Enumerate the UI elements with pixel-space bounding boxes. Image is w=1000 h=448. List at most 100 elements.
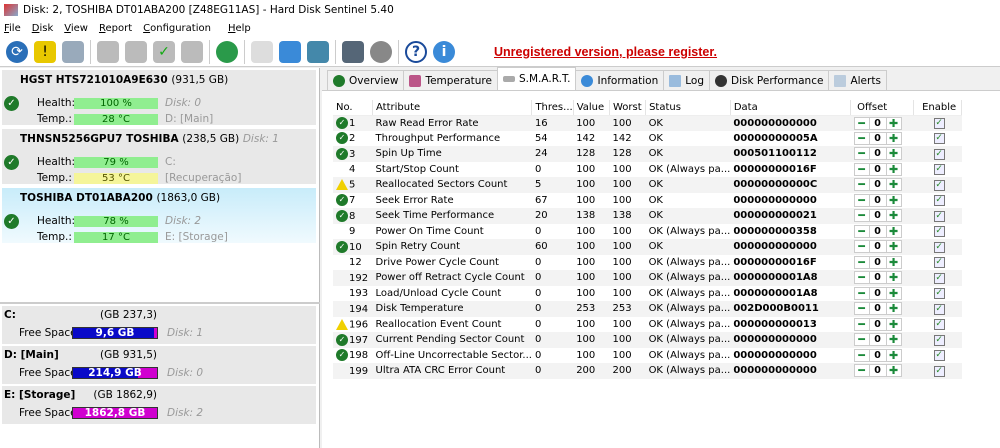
disk-card[interactable]: THNSN5256GPU7 TOSHIBA (238,5 GB) Disk: 1… bbox=[2, 129, 316, 186]
table-row[interactable]: 12 Drive Power Cycle Count 0 100 100 OK … bbox=[333, 255, 962, 271]
table-row[interactable]: ✓ 198 Off-Line Uncorrectable Sector... 0 … bbox=[333, 348, 962, 364]
minus-icon[interactable]: ━ bbox=[855, 334, 869, 346]
minus-icon[interactable]: ━ bbox=[855, 132, 869, 144]
minus-icon[interactable]: ━ bbox=[855, 287, 869, 299]
plus-icon[interactable]: ✚ bbox=[887, 349, 901, 361]
minus-icon[interactable]: ━ bbox=[855, 365, 869, 377]
settings-icon[interactable] bbox=[342, 40, 364, 63]
tab-log[interactable]: Log bbox=[663, 70, 711, 90]
disk-card[interactable]: HGST HTS721010A9E630 (931,5 GB) ✓ Health… bbox=[2, 70, 316, 127]
plus-icon[interactable]: ✚ bbox=[887, 117, 901, 129]
col-enable[interactable]: Enable bbox=[913, 100, 962, 116]
menu-configuration[interactable]: Configuration bbox=[143, 23, 211, 34]
report-icon[interactable] bbox=[251, 40, 273, 63]
minus-icon[interactable]: ━ bbox=[855, 117, 869, 129]
table-row[interactable]: 193 Load/Unload Cycle Count 0 100 100 OK… bbox=[333, 286, 962, 302]
col-value[interactable]: Value bbox=[573, 100, 610, 116]
globe-icon[interactable] bbox=[216, 40, 238, 63]
minus-icon[interactable]: ━ bbox=[855, 210, 869, 222]
sync-icon[interactable] bbox=[279, 40, 301, 63]
disk-info-icon[interactable] bbox=[62, 40, 84, 63]
col-data[interactable]: Data bbox=[730, 100, 852, 116]
tab-smart[interactable]: S.M.A.R.T. bbox=[496, 67, 577, 90]
refresh-icon[interactable]: ⟳ bbox=[6, 40, 28, 63]
table-row[interactable]: ✓ 8 Seek Time Performance 20 138 138 OK 0… bbox=[333, 208, 962, 224]
minus-icon[interactable]: ━ bbox=[855, 241, 869, 253]
enable-checkbox[interactable]: ✓ bbox=[933, 319, 945, 331]
minus-icon[interactable]: ━ bbox=[855, 318, 869, 330]
table-row[interactable]: 4 Start/Stop Count 0 100 100 OK (Always … bbox=[333, 162, 962, 178]
table-row[interactable]: ✓ 3 Spin Up Time 24 128 128 OK 0005011001… bbox=[333, 146, 962, 162]
minus-icon[interactable]: ━ bbox=[855, 272, 869, 284]
enable-checkbox[interactable]: ✓ bbox=[933, 195, 945, 207]
col-offset[interactable]: Offset bbox=[850, 100, 915, 116]
table-row[interactable]: 9 Power On Time Count 0 100 100 OK (Alwa… bbox=[333, 224, 962, 240]
sound-icon[interactable] bbox=[370, 40, 392, 63]
enable-checkbox[interactable]: ✓ bbox=[933, 148, 945, 160]
minus-icon[interactable]: ━ bbox=[855, 163, 869, 175]
table-row[interactable]: 196 Reallocation Event Count 0 100 100 O… bbox=[333, 317, 962, 333]
enable-checkbox[interactable]: ✓ bbox=[933, 164, 945, 176]
minus-icon[interactable]: ━ bbox=[855, 148, 869, 160]
col-worst[interactable]: Worst bbox=[609, 100, 647, 116]
table-row[interactable]: 199 Ultra ATA CRC Error Count 0 200 200 … bbox=[333, 363, 962, 379]
enable-checkbox[interactable]: ✓ bbox=[933, 365, 945, 377]
enable-checkbox[interactable]: ✓ bbox=[933, 303, 945, 315]
table-row[interactable]: ✓ 10 Spin Retry Count 60 100 100 OK 00000… bbox=[333, 239, 962, 255]
disk-search-icon[interactable] bbox=[181, 40, 203, 63]
tab-information[interactable]: Information bbox=[575, 70, 665, 90]
plus-icon[interactable]: ✚ bbox=[887, 148, 901, 160]
plus-icon[interactable]: ✚ bbox=[887, 210, 901, 222]
table-row[interactable]: ✓ 197 Current Pending Sector Count 0 100 … bbox=[333, 332, 962, 348]
minus-icon[interactable]: ━ bbox=[855, 194, 869, 206]
plus-icon[interactable]: ✚ bbox=[887, 334, 901, 346]
col-threshold[interactable]: Thres... bbox=[531, 100, 574, 116]
minus-icon[interactable]: ━ bbox=[855, 349, 869, 361]
partition-card[interactable]: C: (237,3 GB) Free Space 9,6 GB Disk: 1 bbox=[2, 306, 316, 344]
table-row[interactable]: 192 Power off Retract Cycle Count 0 100 … bbox=[333, 270, 962, 286]
plus-icon[interactable]: ✚ bbox=[887, 132, 901, 144]
help-icon[interactable]: ? bbox=[405, 40, 427, 63]
plus-icon[interactable]: ✚ bbox=[887, 365, 901, 377]
plus-icon[interactable]: ✚ bbox=[887, 256, 901, 268]
plus-icon[interactable]: ✚ bbox=[887, 225, 901, 237]
tab-overview[interactable]: Overview bbox=[327, 70, 405, 90]
enable-checkbox[interactable]: ✓ bbox=[933, 350, 945, 362]
menu-help[interactable]: Help bbox=[228, 23, 251, 34]
table-row[interactable]: ✓ 2 Throughput Performance 54 142 142 OK … bbox=[333, 131, 962, 147]
partition-card[interactable]: E: [Storage] (1862,9 GB) Free Space 1862… bbox=[2, 386, 316, 424]
plus-icon[interactable]: ✚ bbox=[887, 241, 901, 253]
minus-icon[interactable]: ━ bbox=[855, 179, 869, 191]
col-status[interactable]: Status bbox=[645, 100, 731, 116]
enable-checkbox[interactable]: ✓ bbox=[933, 272, 945, 284]
plus-icon[interactable]: ✚ bbox=[887, 179, 901, 191]
alert-icon[interactable]: ! bbox=[34, 40, 56, 63]
plus-icon[interactable]: ✚ bbox=[887, 194, 901, 206]
tab-disk-performance[interactable]: Disk Performance bbox=[709, 70, 830, 90]
info-icon[interactable]: i bbox=[433, 40, 455, 63]
enable-checkbox[interactable]: ✓ bbox=[933, 257, 945, 269]
disk-timer-icon[interactable] bbox=[125, 40, 147, 63]
enable-checkbox[interactable]: ✓ bbox=[933, 133, 945, 145]
partition-card[interactable]: D: [Main] (931,5 GB) Free Space 214,9 GB… bbox=[2, 346, 316, 384]
enable-checkbox[interactable]: ✓ bbox=[933, 179, 945, 191]
enable-checkbox[interactable]: ✓ bbox=[933, 288, 945, 300]
disk-check-icon[interactable]: ✓ bbox=[153, 40, 175, 63]
table-row[interactable]: 194 Disk Temperature 0 253 253 OK (Alway… bbox=[333, 301, 962, 317]
network-icon[interactable] bbox=[307, 40, 329, 63]
enable-checkbox[interactable]: ✓ bbox=[933, 334, 945, 346]
menu-file[interactable]: File bbox=[4, 23, 21, 34]
menu-report[interactable]: Report bbox=[99, 23, 132, 34]
table-row[interactable]: 5 Reallocated Sectors Count 5 100 100 OK… bbox=[333, 177, 962, 193]
enable-checkbox[interactable]: ✓ bbox=[933, 241, 945, 253]
unregistered-link[interactable]: Unregistered version, please register. bbox=[494, 45, 717, 59]
minus-icon[interactable]: ━ bbox=[855, 303, 869, 315]
plus-icon[interactable]: ✚ bbox=[887, 318, 901, 330]
tab-alerts[interactable]: Alerts bbox=[828, 70, 887, 90]
table-row[interactable]: ✓ 7 Seek Error Rate 67 100 100 OK 0000000… bbox=[333, 193, 962, 209]
plus-icon[interactable]: ✚ bbox=[887, 303, 901, 315]
plus-icon[interactable]: ✚ bbox=[887, 287, 901, 299]
menu-view[interactable]: View bbox=[64, 23, 88, 34]
disk-test-icon[interactable] bbox=[97, 40, 119, 63]
table-row[interactable]: ✓ 1 Raw Read Error Rate 16 100 100 OK 000… bbox=[333, 115, 962, 131]
